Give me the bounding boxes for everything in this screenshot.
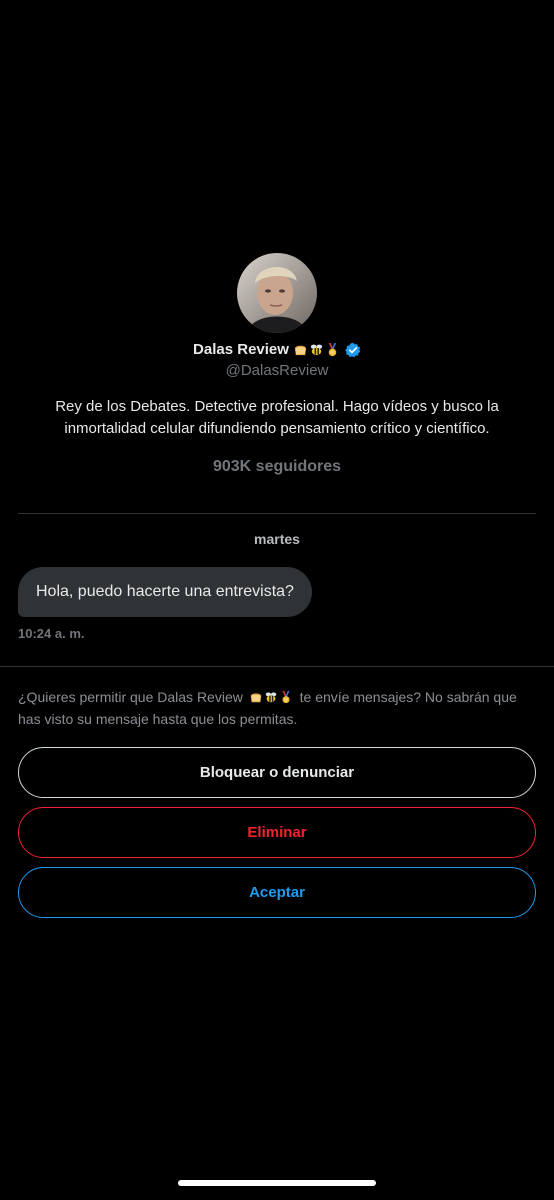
emoji-badges-inline [249,690,293,704]
request-text-before: ¿Quieres permitir que Dalas Review [18,689,243,705]
medal-emoji-icon [282,690,290,704]
profile-name-row[interactable]: Dalas Review [193,341,361,358]
accept-button[interactable]: Aceptar [18,867,536,918]
avatar-photo [237,253,317,333]
divider [0,666,554,667]
profile-handle[interactable]: @DalasReview [226,362,329,379]
home-indicator[interactable] [178,1180,376,1186]
delete-button[interactable]: Eliminar [18,807,536,858]
followers-count[interactable]: 903K seguidores [213,458,341,476]
medal-emoji-icon [328,342,337,357]
message-text: Hola, puedo hacerte una entrevista? [36,583,294,600]
bee-emoji-icon [310,344,323,356]
verified-badge-icon [345,342,361,357]
profile-header: Dalas Review @DalasReview Rey de los Deb… [0,253,554,476]
bread-emoji-icon [250,693,261,703]
block-or-report-button[interactable]: Bloquear o denunciar [18,747,536,798]
profile-name[interactable]: Dalas Review [193,341,289,358]
bee-emoji-icon [265,692,276,703]
message-timestamp: 10:24 a. m. [18,626,85,641]
message-request-prompt: ¿Quieres permitir que Dalas Review te en… [18,686,536,730]
bread-emoji-icon [294,345,307,356]
message-bubble[interactable]: Hola, puedo hacerte una entrevista? [18,567,312,617]
profile-bio: Rey de los Debates. Detective profesiona… [55,398,499,437]
day-separator: martes [254,531,300,547]
emoji-badges [293,342,340,357]
divider [18,513,536,514]
avatar[interactable] [237,253,317,333]
